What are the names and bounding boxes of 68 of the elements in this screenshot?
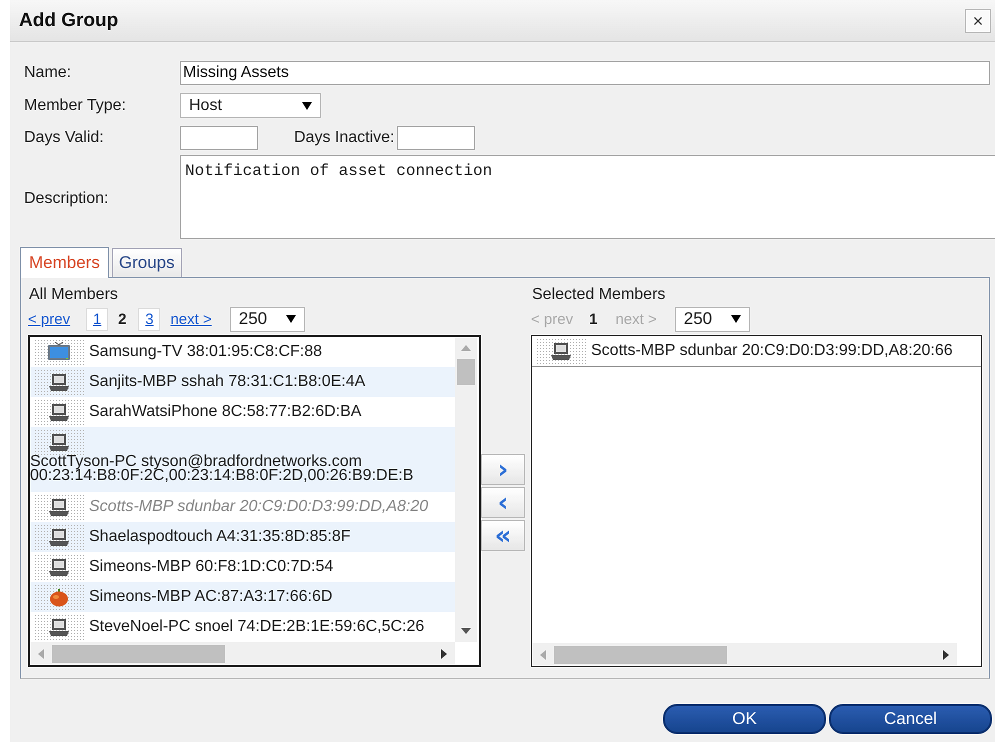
move-button[interactable]: «	[481, 520, 525, 551]
field-label: Name:	[24, 64, 72, 82]
field-label: Days Inactive:	[294, 129, 394, 147]
list-item[interactable]: Sanjits-MBP sshah 78:31:C1:B8:0E:4A	[30, 367, 455, 397]
host-name: Scotts-MBP sdunbar 20:C9:D0:D3:99:DD,A8:20	[89, 498, 428, 516]
computer-icon	[47, 497, 71, 517]
list-item[interactable]: Shaelaspodtouch A4:31:35:8D:85:8F	[30, 522, 455, 552]
dialog-button[interactable]: Cancel	[829, 704, 992, 734]
computer-icon	[47, 617, 71, 637]
computer-icon	[47, 432, 71, 452]
host-name: Scotts-MBP sdunbar 20:C9:D0:D3:99:DD,A8:20:66	[591, 342, 953, 360]
scroll-right-icon[interactable]	[441, 648, 447, 658]
scroll-thumb[interactable]	[52, 644, 225, 662]
field-label: Description:	[24, 190, 110, 208]
caret-icon	[730, 315, 741, 323]
vertical-scrollbar[interactable]	[455, 337, 477, 642]
host-name: Samsung-TV 38:01:95:C8:CF:88	[89, 343, 322, 361]
scroll-up-icon[interactable]	[461, 345, 471, 351]
scroll-left-icon[interactable]	[540, 650, 546, 660]
computer-icon	[549, 341, 573, 361]
host-name: Sanjits-MBP sshah 78:31:C1:B8:0E:4A	[89, 373, 366, 391]
current-page: 2	[118, 310, 126, 328]
scroll-left-icon[interactable]	[38, 648, 44, 658]
move-button[interactable]: ›	[481, 454, 525, 485]
move-button[interactable]: ‹	[481, 487, 525, 518]
field-label: Days Valid:	[24, 129, 105, 147]
host-name: SarahWatsiPhone 8C:58:77:B2:6D:BA	[89, 403, 362, 421]
caret-icon	[302, 102, 312, 110]
host-name: ScottTyson-PC styson@bradfordnetworks.com 00:23:14:B8:0F:2C,00:23:14:B8:0F:2D,00:26:B9:DE:B	[30, 455, 414, 483]
host-name: SteveNoel-PC snoel 74:DE:2B:1E:59:6C,5C:26	[89, 618, 424, 636]
computer-icon	[47, 372, 71, 392]
scroll-right-icon[interactable]	[943, 650, 949, 660]
page-size-dropdown[interactable]: 250	[230, 306, 305, 332]
computer-icon	[47, 527, 71, 547]
list-heading: All Members	[29, 286, 119, 305]
list-item[interactable]: Simeons-MBP AC:87:A3:17:66:6D	[30, 582, 455, 612]
page-size-dropdown[interactable]: 250	[674, 306, 750, 332]
field-label: Member Type:	[24, 96, 127, 114]
host-name: Simeons-MBP AC:87:A3:17:66:6D	[89, 588, 332, 606]
computer-icon	[47, 402, 71, 422]
computer-icon	[47, 557, 71, 577]
horizontal-scrollbar[interactable]	[30, 642, 455, 665]
fruit-icon	[47, 587, 71, 607]
dialog-button[interactable]: OK	[663, 704, 826, 734]
list-item[interactable]: Scotts-MBP sdunbar 20:C9:D0:D3:99:DD,A8:20:66	[532, 336, 981, 367]
window-title: Add Group	[19, 10, 118, 32]
page-link[interactable]: 3	[138, 308, 160, 330]
days-valid-field[interactable]	[180, 126, 258, 150]
current-page: 1	[589, 310, 598, 328]
description-field[interactable]: Notification of asset connection	[180, 155, 995, 239]
tv-icon	[47, 342, 71, 362]
next-link[interactable]: next >	[170, 310, 212, 328]
scroll-thumb[interactable]	[554, 646, 727, 664]
list-heading: Selected Members	[532, 286, 666, 305]
member-type-dropdown[interactable]: Host	[180, 93, 321, 118]
list-item[interactable]: ScottTyson-PC styson@bradfordnetworks.com 00:23:14:B8:0F:2C,00:23:14:B8:0F:2D,00:26:B9:DE:B	[30, 427, 455, 492]
horizontal-scrollbar[interactable]	[532, 643, 957, 666]
scroll-down-icon[interactable]	[461, 628, 471, 634]
host-name: Shaelaspodtouch A4:31:35:8D:85:8F	[89, 528, 351, 546]
tab[interactable]: Groups	[112, 248, 182, 277]
host-name: Simeons-MBP 60:F8:1D:C0:7D:54	[89, 558, 334, 576]
name-field[interactable]: Missing Assets	[180, 61, 990, 85]
close-button[interactable]: ×	[965, 8, 991, 32]
page-link[interactable]: 1	[86, 308, 108, 330]
tab[interactable]: Members	[20, 247, 109, 278]
scroll-thumb[interactable]	[457, 359, 475, 385]
caret-icon	[286, 315, 296, 323]
prev-link[interactable]: < prev	[28, 310, 70, 328]
